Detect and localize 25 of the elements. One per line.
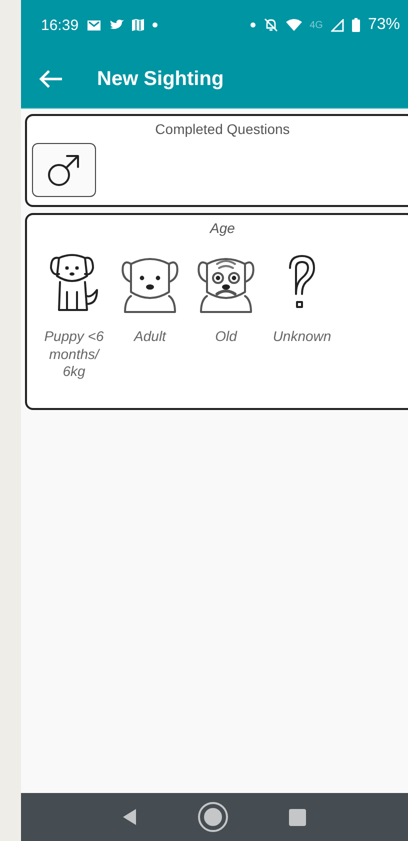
question-title: Age [210, 220, 235, 236]
clock-time: 16:39 [41, 16, 79, 34]
answer-button[interactable] [32, 143, 96, 197]
back-arrow-icon[interactable] [39, 69, 63, 89]
screen-title: New Sighting [97, 68, 224, 90]
card-title: Completed Questions [155, 121, 290, 137]
back-icon[interactable] [123, 809, 137, 825]
network-type: 4G [310, 20, 323, 30]
signal-icon [330, 18, 344, 32]
recents-icon[interactable] [289, 808, 306, 826]
dot-icon [152, 22, 158, 28]
age-option[interactable]: Adult [114, 252, 186, 380]
map-icon [132, 19, 144, 31]
dot-icon [250, 22, 256, 28]
puppy-icon [47, 252, 101, 314]
bird-icon [108, 19, 124, 31]
battery-icon [352, 18, 360, 32]
wifi-icon [286, 19, 302, 31]
age-option[interactable]: Old [190, 252, 262, 380]
muted-bell-icon [264, 18, 278, 32]
age-option[interactable]: Unknown [266, 252, 338, 380]
mail-icon [86, 20, 101, 30]
age-option[interactable]: Puppy <6 months/ 6kg [38, 252, 110, 380]
home-icon[interactable] [197, 801, 229, 833]
battery-percent: 73% [368, 16, 400, 34]
